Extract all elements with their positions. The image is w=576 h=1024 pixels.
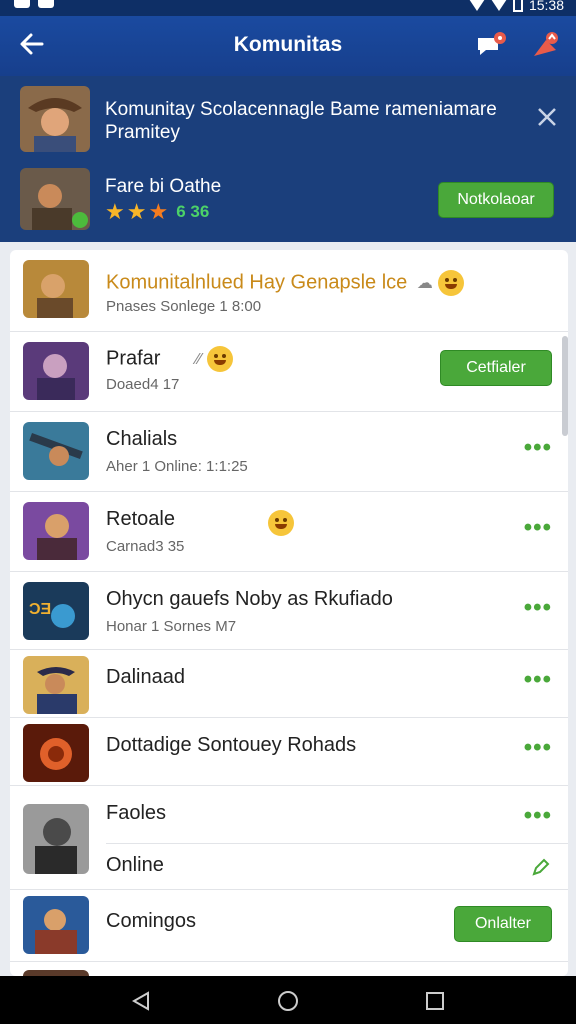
list-item[interactable]: Komunitalnlued Hay Genapsle lce ☁ Pnases… — [10, 250, 568, 332]
item-subtitle: Carnad3 35 — [106, 538, 185, 555]
item-thumbnail — [23, 502, 89, 560]
promo-banner[interactable]: Komunitay Scolacennagle Bame rameniamare… — [20, 86, 560, 152]
star-icon: ★ — [126, 199, 147, 224]
scrollbar[interactable] — [562, 336, 568, 436]
item-title: Comingos — [106, 910, 197, 932]
item-title-text: Prafar — [106, 347, 161, 370]
list-item[interactable]: Prafar ⁄⁄ Doaed4 17 Cetfialer — [10, 332, 568, 412]
star-icon: ★ — [105, 199, 125, 224]
smile-emoji-icon — [206, 346, 233, 372]
item-subtitle: Honar 1 Sornes M7 — [106, 618, 237, 635]
chat-notification-icon[interactable] — [474, 30, 508, 60]
edit-icon[interactable] — [530, 856, 552, 878]
promo-thumbnail — [20, 86, 90, 152]
star-icon: ★ — [148, 199, 169, 224]
share-icon[interactable] — [528, 30, 562, 60]
list-item[interactable]: Retoale Carnad3 35 ••• — [10, 492, 568, 572]
list-item[interactable]: Comingos Onlalter — [10, 890, 568, 962]
smile-emoji-icon — [268, 510, 294, 536]
item-status: Online — [106, 854, 164, 876]
cloud-icon: ☁ — [416, 275, 433, 293]
status-bar: 15:38 — [0, 0, 576, 16]
item-title: Dottadige Sontouey Rohads — [106, 734, 357, 756]
item-thumbnail — [23, 342, 89, 400]
item-thumbnail: ƆƎ — [23, 582, 89, 640]
featured-action-button[interactable]: Notkolaoar — [438, 182, 554, 218]
back-nav-icon[interactable] — [130, 990, 152, 1012]
item-title: Ohycn gauefs Noby as Rkufiado — [106, 588, 393, 610]
item-title-text: Komunitalnlued Hay Genapsle lce — [106, 271, 408, 294]
signal-icon — [490, 0, 507, 11]
notification-icon — [14, 0, 30, 8]
rating-value: 6 36 — [176, 202, 210, 221]
list-item[interactable]: Dalinaad ••• — [10, 650, 568, 718]
item-thumbnail — [23, 804, 89, 874]
home-nav-icon[interactable] — [277, 990, 299, 1012]
item-thumbnail — [23, 724, 89, 782]
item-title: Retoale — [106, 508, 175, 530]
item-thumbnail — [23, 422, 89, 480]
item-title: Komunitalnlued Hay Genapsle lce ☁ — [106, 270, 465, 296]
smile-emoji-icon — [438, 270, 465, 296]
item-subtitle: Pnases Sonlege 1 8:00 — [106, 298, 262, 315]
header-panel: Komunitay Scolacennagle Bame rameniamare… — [0, 76, 576, 242]
battery-icon — [512, 0, 523, 12]
close-icon[interactable] — [534, 104, 560, 130]
item-title: Faoles — [106, 802, 167, 824]
more-options-icon[interactable]: ••• — [524, 594, 552, 622]
more-options-icon[interactable]: ••• — [524, 434, 552, 462]
list-item[interactable]: Faoles ••• Online — [10, 786, 568, 890]
item-subtitle: Aher 1 Online: 1:1:25 — [106, 458, 248, 475]
game-rating: ★ ★ ★ 6 36 — [105, 199, 210, 224]
item-thumbnail — [23, 896, 89, 954]
item-title: Chalials — [106, 428, 178, 450]
more-options-icon[interactable]: ••• — [524, 802, 552, 830]
item-thumbnail — [23, 656, 89, 714]
game-thumbnail — [20, 168, 90, 230]
app-bar: Komunitas — [0, 16, 576, 76]
item-action-button[interactable]: Onlalter — [454, 906, 552, 942]
item-thumbnail — [23, 260, 89, 318]
list-item[interactable]: ƆƎ Ohycn gauefs Noby as Rkufiado Honar 1… — [10, 572, 568, 650]
more-options-icon[interactable]: ••• — [524, 734, 552, 762]
more-options-icon[interactable]: ••• — [524, 666, 552, 694]
game-name: Fare bi Oathe — [105, 176, 222, 197]
list-item[interactable]: Chalials Aher 1 Online: 1:1:25 ••• — [10, 412, 568, 492]
featured-game[interactable]: Fare bi Oathe ★ ★ ★ 6 36 Notkolaoar — [20, 168, 560, 230]
community-list: Komunitalnlued Hay Genapsle lce ☁ Pnases… — [10, 250, 568, 976]
item-title: Dalinaad — [106, 666, 185, 688]
signal-icon: ⁄⁄ — [196, 351, 202, 369]
list-item[interactable] — [10, 962, 568, 976]
item-subtitle: Doaed4 17 — [106, 376, 180, 393]
system-nav-bar — [0, 976, 576, 1024]
divider — [106, 843, 568, 844]
promo-text: Komunitay Scolacennagle Bame rameniamare… — [105, 99, 497, 143]
status-time: 15:38 — [528, 0, 564, 13]
recents-nav-icon[interactable] — [424, 990, 446, 1012]
svg-text:ƆƎ: ƆƎ — [29, 601, 51, 618]
more-options-icon[interactable]: ••• — [524, 514, 552, 542]
item-action-button[interactable]: Cetfialer — [440, 350, 552, 386]
item-title: Prafar ⁄⁄ — [106, 346, 233, 372]
app-notification-icon — [38, 0, 54, 8]
list-item[interactable]: Dottadige Sontouey Rohads ••• — [10, 718, 568, 786]
wifi-icon — [468, 0, 485, 11]
